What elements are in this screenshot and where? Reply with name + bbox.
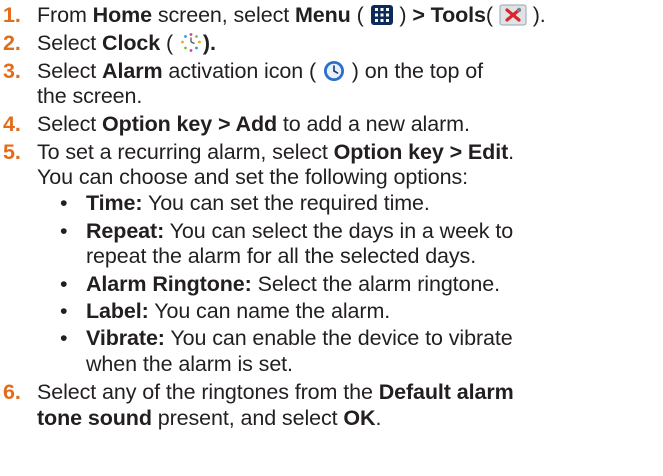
alarm-icon xyxy=(322,60,346,82)
bullet: • xyxy=(60,326,68,350)
option-alarm-ringtone: • Alarm Ringtone: Select the alarm ringto… xyxy=(60,272,501,296)
option-label: • Label: You can name the alarm. xyxy=(60,299,391,323)
step-number: 3. xyxy=(3,59,21,83)
step-3-continuation: the screen. xyxy=(37,84,143,108)
step-5: 5. To set a recurring alarm, select Optio… xyxy=(0,139,514,166)
tools-icon xyxy=(499,4,527,26)
step-4: 4. Select Option key > Add to add a new a… xyxy=(0,111,470,138)
step-3: 3. Select Alarm activation icon ( ) on th… xyxy=(0,58,483,85)
clock-icon xyxy=(179,32,203,54)
option-vibrate-continuation: when the alarm is set. xyxy=(86,352,293,376)
step-number: 6. xyxy=(3,380,21,404)
step-number: 5. xyxy=(3,140,21,164)
step-6: 6. Select any of the ringtones from the D… xyxy=(0,379,514,406)
bullet: • xyxy=(60,299,68,323)
step-number: 2. xyxy=(3,31,21,55)
step-2: 2. Select Clock ( ). xyxy=(0,30,216,57)
bullet: • xyxy=(60,272,68,296)
step-5-continuation: You can choose and set the following opt… xyxy=(37,165,468,189)
instruction-document: 1. From Home screen, select Menu ( ) > To… xyxy=(0,0,663,476)
option-time: • Time: You can set the required time. xyxy=(60,191,430,215)
option-repeat-continuation: repeat the alarm for all the selected da… xyxy=(86,244,477,268)
bullet: • xyxy=(60,219,68,243)
step-number: 1. xyxy=(3,3,21,27)
step-number: 4. xyxy=(3,112,21,136)
menu-grid-icon xyxy=(370,4,394,26)
option-vibrate: • Vibrate: You can enable the device to v… xyxy=(60,326,513,350)
step-6-continuation: tone sound present, and select OK. xyxy=(37,406,382,430)
step-1: 1. From Home screen, select Menu ( ) > To… xyxy=(0,2,546,29)
option-repeat: • Repeat: You can select the days in a we… xyxy=(60,219,514,243)
bullet: • xyxy=(60,191,68,215)
